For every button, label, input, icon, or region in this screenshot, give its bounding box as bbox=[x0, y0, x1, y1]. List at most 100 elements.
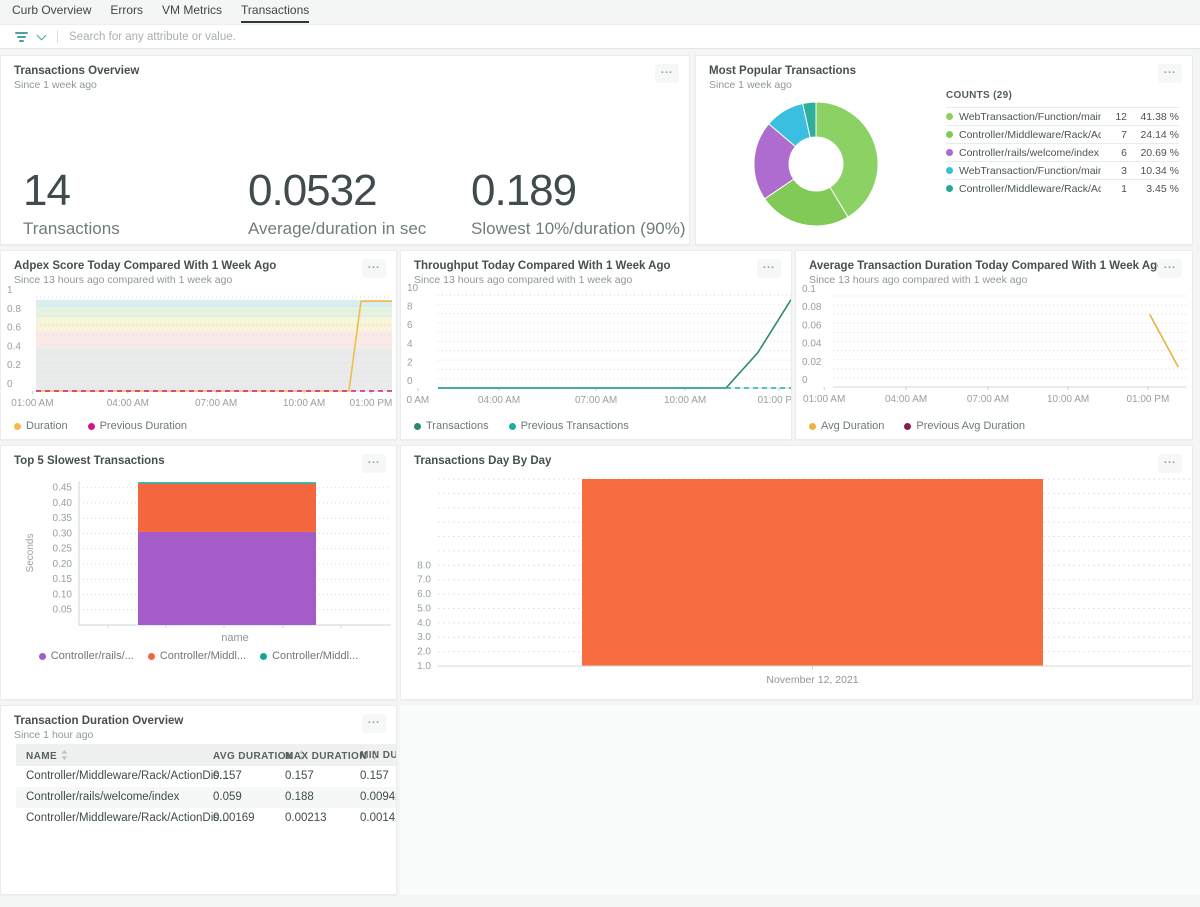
panel-throughput: Throughput Today Compared With 1 Week Ag… bbox=[400, 250, 792, 440]
series-dot-icon bbox=[14, 423, 21, 430]
svg-text:0.35: 0.35 bbox=[53, 513, 73, 524]
svg-text:0.40: 0.40 bbox=[53, 498, 73, 509]
svg-text:10:00 AM: 10:00 AM bbox=[283, 398, 325, 409]
svg-text:0.02: 0.02 bbox=[802, 357, 822, 368]
chart-legend: Transactions Previous Transactions bbox=[414, 420, 629, 432]
legend-row[interactable]: Controller/rails/welcome/index 6 20.69 % bbox=[946, 143, 1179, 161]
legend-item[interactable]: Duration bbox=[14, 420, 68, 432]
svg-text:8: 8 bbox=[407, 302, 413, 313]
svg-text:04:00 AM: 04:00 AM bbox=[478, 395, 520, 406]
tab-vm-metrics[interactable]: VM Metrics bbox=[162, 0, 222, 23]
svg-text:01:00 AM: 01:00 AM bbox=[803, 394, 845, 405]
legend-header: COUNTS (29) bbox=[946, 90, 1179, 101]
svg-text:8.0: 8.0 bbox=[417, 560, 431, 571]
legend-label: Transactions bbox=[426, 420, 489, 432]
table-row[interactable]: Controller/Middleware/Rack/ActionDis... … bbox=[16, 808, 397, 829]
svg-text:3.0: 3.0 bbox=[417, 632, 431, 643]
chart-legend: Controller/rails/... Controller/Middl... C… bbox=[1, 650, 396, 662]
svg-text:0.1: 0.1 bbox=[802, 284, 816, 295]
stat-value: 14 bbox=[23, 168, 120, 214]
svg-text:0.20: 0.20 bbox=[53, 559, 73, 570]
top5-stacked-bar-chart: 0.450.400.350.300.250.200.150.100.05Seco… bbox=[1, 446, 397, 646]
throughput-line-chart: 10864200 AM04:00 AM07:00 AM10:00 AM01:00… bbox=[401, 251, 792, 411]
donut-chart bbox=[696, 56, 936, 245]
panel-subtitle: Since 1 week ago bbox=[1, 77, 689, 91]
column-header-name[interactable]: NAME bbox=[26, 750, 68, 763]
series-dot-icon bbox=[946, 131, 953, 138]
legend-item[interactable]: Controller/rails/... bbox=[39, 650, 134, 662]
tab-bar: Curb Overview Errors VM Metrics Transact… bbox=[0, 0, 1200, 23]
legend-item[interactable]: Transactions bbox=[414, 420, 489, 432]
legend-item[interactable]: Previous Transactions bbox=[509, 420, 629, 432]
svg-text:04:00 AM: 04:00 AM bbox=[107, 398, 149, 409]
legend-item[interactable]: Avg Duration bbox=[809, 420, 884, 432]
panel-adpex-score: Adpex Score Today Compared With 1 Week A… bbox=[0, 250, 397, 440]
legend-label: Controller/rails/... bbox=[51, 650, 134, 662]
panel-menu-button[interactable]: ... bbox=[1158, 64, 1182, 83]
legend-label: Avg Duration bbox=[821, 420, 884, 432]
legend-item[interactable]: Previous Avg Duration bbox=[904, 420, 1025, 432]
legend-item[interactable]: Controller/Middl... bbox=[260, 650, 358, 662]
svg-text:1.0: 1.0 bbox=[417, 661, 431, 672]
legend-label: Duration bbox=[26, 420, 68, 432]
svg-text:04:00 AM: 04:00 AM bbox=[885, 394, 927, 405]
svg-text:0.06: 0.06 bbox=[802, 320, 822, 331]
series-dot-icon bbox=[946, 113, 953, 120]
panel-menu-button[interactable]: ... bbox=[655, 64, 679, 83]
panel-menu-button[interactable]: ... bbox=[362, 714, 386, 733]
chevron-down-icon[interactable] bbox=[37, 31, 47, 41]
column-header-min-duration[interactable]: MIN DURATION bbox=[360, 750, 397, 761]
svg-text:4.0: 4.0 bbox=[417, 618, 431, 629]
series-dot-icon bbox=[88, 423, 95, 430]
series-dot-icon bbox=[414, 423, 421, 430]
series-dot-icon bbox=[39, 653, 46, 660]
svg-text:10:00 AM: 10:00 AM bbox=[664, 395, 706, 406]
svg-text:0.2: 0.2 bbox=[7, 360, 21, 371]
tab-curb-overview[interactable]: Curb Overview bbox=[12, 0, 91, 23]
avg-duration-line-chart: 0.10.080.060.040.02001:00 AM04:00 AM07:0… bbox=[796, 251, 1193, 411]
series-dot-icon bbox=[904, 423, 911, 430]
panel-subtitle: Since 1 hour ago bbox=[1, 727, 396, 741]
svg-text:0.45: 0.45 bbox=[53, 483, 73, 494]
legend-item[interactable]: Controller/Middl... bbox=[148, 650, 246, 662]
legend-row[interactable]: Controller/Middleware/Rack/ActionDis... … bbox=[946, 125, 1179, 143]
panel-day-by-day: Transactions Day By Day ... 1.02.03.04.0… bbox=[400, 445, 1193, 700]
svg-text:0.4: 0.4 bbox=[7, 341, 21, 352]
svg-text:0.8: 0.8 bbox=[7, 304, 21, 315]
tab-errors[interactable]: Errors bbox=[110, 0, 143, 23]
stat-slowest: 0.189 Slowest 10%/duration (90%) bbox=[471, 168, 686, 239]
legend-row[interactable]: WebTransaction/Function/main:root 12 41.… bbox=[946, 107, 1179, 125]
svg-text:01:00 AM: 01:00 AM bbox=[11, 398, 53, 409]
table-row[interactable]: Controller/rails/welcome/index 0.059 0.1… bbox=[16, 787, 397, 808]
legend-row[interactable]: Controller/Middleware/Rack/ActionDis... … bbox=[946, 179, 1179, 197]
svg-text:0: 0 bbox=[407, 376, 413, 387]
svg-text:0.10: 0.10 bbox=[53, 589, 73, 600]
filter-icon[interactable] bbox=[14, 30, 28, 44]
tab-transactions[interactable]: Transactions bbox=[241, 0, 309, 23]
svg-text:01:00 PM: 01:00 PM bbox=[1126, 394, 1169, 405]
svg-text:6: 6 bbox=[407, 320, 413, 331]
legend-row[interactable]: WebTransaction/Function/main:feedpa... 3… bbox=[946, 161, 1179, 179]
svg-text:2: 2 bbox=[407, 357, 413, 368]
svg-text:0: 0 bbox=[802, 375, 808, 386]
legend-item[interactable]: Previous Duration bbox=[88, 420, 187, 432]
svg-text:10:00 AM: 10:00 AM bbox=[1047, 394, 1089, 405]
search-input[interactable] bbox=[67, 30, 1200, 44]
panel-most-popular: Most Popular Transactions Since 1 week a… bbox=[695, 55, 1193, 245]
svg-text:07:00 AM: 07:00 AM bbox=[967, 394, 1009, 405]
stat-label: Transactions bbox=[23, 219, 120, 239]
svg-text:07:00 AM: 07:00 AM bbox=[575, 395, 617, 406]
svg-text:2.0: 2.0 bbox=[417, 647, 431, 658]
svg-text:0.05: 0.05 bbox=[53, 605, 73, 616]
adpex-line-chart: 10.80.60.40.2001:00 AM04:00 AM07:00 AM10… bbox=[1, 251, 397, 411]
legend-label: Controller/Middl... bbox=[272, 650, 358, 662]
stat-value: 0.189 bbox=[471, 168, 686, 214]
legend-label: Previous Duration bbox=[100, 420, 187, 432]
series-dot-icon bbox=[148, 653, 155, 660]
chart-legend: Avg Duration Previous Avg Duration bbox=[809, 420, 1025, 432]
sort-icon[interactable] bbox=[61, 750, 68, 763]
stat-value: 0.0532 bbox=[248, 168, 426, 214]
table-row[interactable]: Controller/Middleware/Rack/ActionDis... … bbox=[16, 766, 397, 787]
svg-text:Seconds: Seconds bbox=[25, 534, 36, 573]
search-bar bbox=[0, 24, 1200, 49]
